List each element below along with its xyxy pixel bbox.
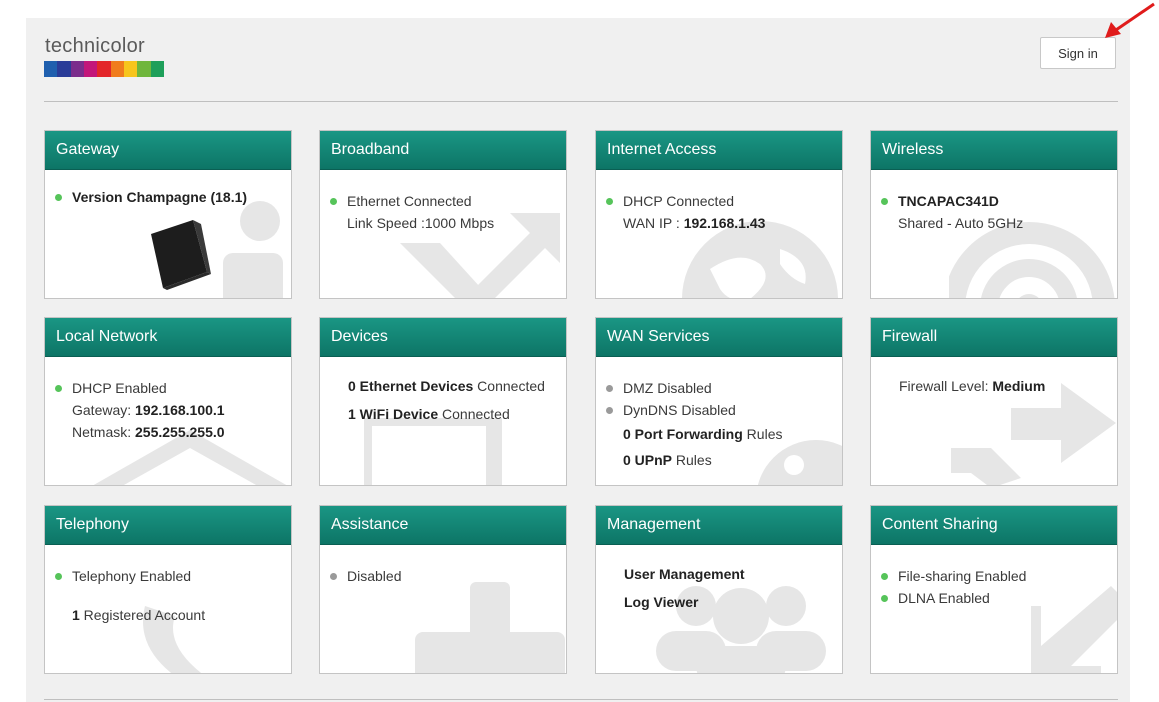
brand-color-segment <box>57 61 71 77</box>
gateway-version: Version Champagne (18.1) <box>72 189 248 205</box>
footer-divider <box>44 699 1118 700</box>
local-dhcp-status: DHCP Enabled <box>72 380 167 396</box>
assistance-bg-icon <box>415 582 565 673</box>
content-sharing-card[interactable]: Content Sharing File-sharing Enabled DLN… <box>870 505 1118 674</box>
assistance-card-title: Assistance <box>320 506 566 545</box>
broadband-speed: Link Speed :1000 Mbps <box>347 215 495 231</box>
devices-card-title: Devices <box>320 318 566 357</box>
wan-upnp-count: 0 UPnP <box>623 452 673 468</box>
wan-pf-suffix: Rules <box>742 426 783 442</box>
brand-color-segment <box>83 61 98 77</box>
local-network-card-title: Local Network <box>45 318 291 357</box>
status-dot-icon <box>881 573 888 580</box>
technicolor-logo: technicolor <box>44 35 164 77</box>
wan-services-card[interactable]: WAN Services DMZ Disabled DynDNS Disable… <box>595 317 843 486</box>
status-dot-icon <box>55 385 62 392</box>
dlna-status: DLNA Enabled <box>898 590 990 606</box>
status-dot-icon <box>330 198 337 205</box>
brand-color-segment <box>110 61 124 77</box>
status-dot-icon <box>606 407 613 414</box>
assistance-status: Disabled <box>347 568 402 584</box>
local-netmask-value: 255.255.255.0 <box>135 424 225 440</box>
wireless-card-title: Wireless <box>871 131 1117 170</box>
devices-bg-icon <box>364 418 502 485</box>
wan-dyndns-status: DynDNS Disabled <box>623 402 736 418</box>
wan-ip-value: 192.168.1.43 <box>683 215 766 231</box>
devices-wifi-count: 1 WiFi Device <box>348 406 439 422</box>
user-management-link[interactable]: User Management <box>624 566 745 582</box>
log-viewer-link[interactable]: Log Viewer <box>624 594 698 610</box>
status-dot-icon <box>881 198 888 205</box>
devices-ethernet-suffix: Connected <box>473 378 545 394</box>
local-gateway-value: 192.168.100.1 <box>135 402 225 418</box>
telephony-accounts-suffix: Registered Account <box>79 607 206 623</box>
telephony-status: Telephony Enabled <box>72 568 192 584</box>
wan-dmz-status: DMZ Disabled <box>623 380 712 396</box>
file-sharing-status: File-sharing Enabled <box>898 568 1027 584</box>
telephony-card[interactable]: Telephony Telephony Enabled 1 Registered… <box>44 505 292 674</box>
wireless-mode: Shared - Auto 5GHz <box>898 215 1024 231</box>
gateway-card-title: Gateway <box>45 131 291 170</box>
content-sharing-card-title: Content Sharing <box>871 506 1117 545</box>
firewall-card-title: Firewall <box>871 318 1117 357</box>
broadband-card-title: Broadband <box>320 131 566 170</box>
wan-ip-label: WAN IP : <box>623 215 684 231</box>
status-dot-icon <box>55 194 62 201</box>
firewall-level-value: Medium <box>992 378 1046 394</box>
devices-card[interactable]: Devices 0 Ethernet Devices Connected 1 W… <box>319 317 567 486</box>
brand-color-segment <box>70 61 84 77</box>
annotation-arrow-icon <box>1105 2 1155 38</box>
brand-color-bar <box>44 61 164 77</box>
local-network-card[interactable]: Local Network DHCP Enabled Gateway: 192.… <box>44 317 292 486</box>
wireless-ssid: TNCAPAC341D <box>898 193 999 209</box>
devices-ethernet-count: 0 Ethernet Devices <box>348 378 474 394</box>
router-image <box>151 220 211 290</box>
assistance-card[interactable]: Assistance Disabled <box>319 505 567 674</box>
brand-color-segment <box>123 61 138 77</box>
broadband-status: Ethernet Connected <box>347 193 472 209</box>
firewall-card[interactable]: Firewall Firewall Level: Medium <box>870 317 1118 486</box>
internet-access-card-title: Internet Access <box>596 131 842 170</box>
status-dot-icon <box>55 573 62 580</box>
wan-services-card-title: WAN Services <box>596 318 842 357</box>
status-dot-icon <box>606 198 613 205</box>
brand-color-segment <box>44 61 58 77</box>
internet-access-card[interactable]: Internet Access DHCP Connected WAN IP : … <box>595 130 843 299</box>
status-dot-icon <box>606 385 613 392</box>
header-divider <box>44 101 1118 102</box>
internet-status: DHCP Connected <box>623 193 735 209</box>
brand-color-segment <box>137 61 151 77</box>
status-dot-icon <box>881 595 888 602</box>
firewall-level-label: Firewall Level: <box>899 378 993 394</box>
brand-name: technicolor <box>45 35 146 57</box>
brand-color-segment <box>97 61 111 77</box>
broadband-card[interactable]: Broadband Ethernet Connected Link Speed … <box>319 130 567 299</box>
telephony-card-title: Telephony <box>45 506 291 545</box>
management-card-title: Management <box>596 506 842 545</box>
gateway-card[interactable]: Gateway Version Champagne (18.1) <box>44 130 292 299</box>
status-dot-icon <box>330 573 337 580</box>
devices-wifi-suffix: Connected <box>438 406 510 422</box>
local-gateway-label: Gateway: <box>72 402 136 418</box>
management-card[interactable]: Management User Management Log Viewer <box>595 505 843 674</box>
telephony-accounts-count: 1 <box>72 607 80 623</box>
wireless-card[interactable]: Wireless TNCAPAC341D Shared - Auto 5GHz <box>870 130 1118 299</box>
wan-upnp-suffix: Rules <box>672 452 712 468</box>
brand-color-segment <box>150 61 164 77</box>
wan-pf-count: 0 Port Forwarding <box>623 426 743 442</box>
local-netmask-label: Netmask: <box>72 424 136 440</box>
